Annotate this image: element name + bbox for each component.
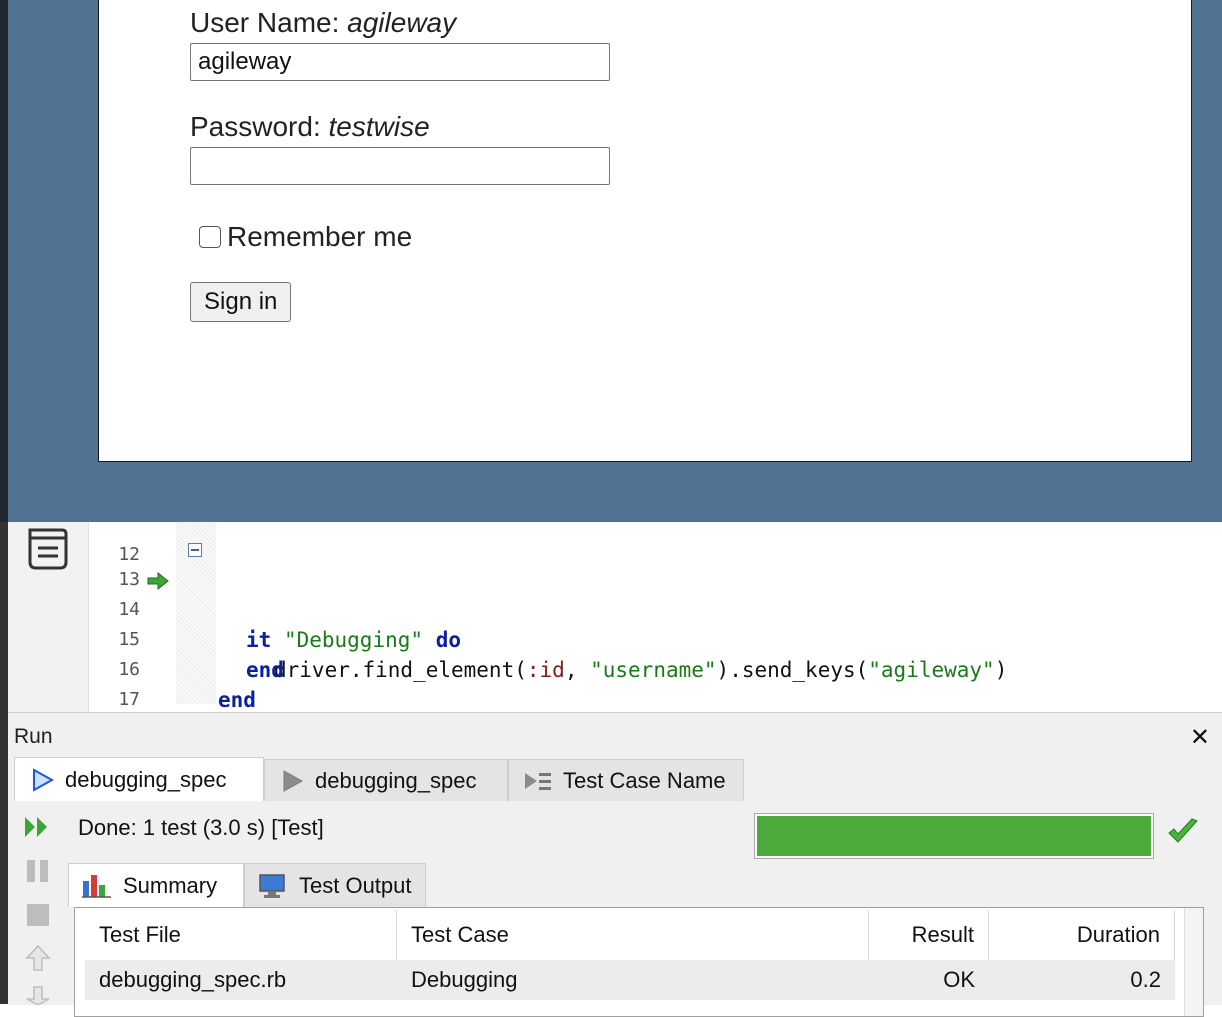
tab-label: Test Case Name [563,767,726,793]
run-panel-title: Run [14,725,53,748]
results-table: Test File Test Case Result Duration debu… [74,907,1204,1017]
monitor-icon [259,873,285,898]
bar-chart-icon [82,874,111,898]
web-page: User Name: agileway Password: testwise R… [98,0,1192,462]
tab-label: debugging_spec [315,767,477,793]
tab-debugging-spec[interactable]: debugging_spec [264,759,508,801]
code-text: it "Debugging" do [246,628,461,652]
line-number: 16 [118,659,140,680]
run-panel: Run ✕ debugging_spec debugging_spec Test… [8,712,1222,1017]
remember-me-row[interactable]: Remember me [199,221,412,253]
table-scrollbar[interactable] [1184,908,1203,1016]
play-list-icon [525,772,551,790]
line-number: 13 [118,569,140,590]
arrow-up-icon[interactable] [24,943,52,973]
remember-me-checkbox[interactable] [199,226,221,248]
progress-fill [757,816,1151,856]
code-line-16[interactable]: 16 end [0,625,256,712]
code-line-13[interactable]: 13 it "Debugging" do [0,535,461,652]
password-label: Password: testwise [190,111,430,142]
line-number: 14 [118,599,140,620]
code-line-15[interactable]: 15 end [0,595,284,682]
cell-test-file: debugging_spec.rb [99,967,287,992]
tab-test-case-name[interactable]: Test Case Name [508,759,744,801]
password-input[interactable] [190,147,610,185]
column-header-duration[interactable]: Duration [989,910,1175,960]
pause-icon[interactable] [24,857,52,885]
run-play-icon [33,767,55,792]
column-header-result[interactable]: Result [869,910,989,960]
cell-test-case: Debugging [411,967,518,992]
run-panel-edge [0,712,8,1004]
code-line-18[interactable]: 18 [0,683,51,712]
desktop-edge [0,0,8,522]
tab-label: Test Output [299,872,412,898]
line-number: 15 [118,629,140,650]
code-editor[interactable]: 12 13 it "Debugging" do 14 driver.find_e… [0,522,1222,712]
rerun-icon[interactable] [22,813,52,841]
success-check-icon [1168,818,1198,843]
run-status-text: Done: 1 test (3.0 s) [Test] [78,815,324,840]
cell-result: OK [943,967,975,992]
username-hint: agileway [347,7,457,38]
tab-summary[interactable]: Summary [68,863,244,907]
cell-duration: 0.2 [1130,967,1161,992]
code-text: end [246,658,284,682]
tab-label: debugging_spec [65,766,227,792]
column-header-test-file[interactable]: Test File [85,910,397,960]
browser-window-background: User Name: agileway Password: testwise R… [0,0,1222,522]
column-header-test-case[interactable]: Test Case [397,910,869,960]
current-line-arrow-icon [147,572,169,590]
password-hint: testwise [328,111,430,142]
remember-me-label: Remember me [227,221,413,252]
fold-collapse-icon[interactable] [188,543,202,557]
table-row[interactable]: debugging_spec.rb Debugging OK 0.2 [85,960,1175,1000]
username-input[interactable] [190,43,610,81]
tab-label: Summary [123,872,218,898]
code-text: end [218,688,256,712]
table-header: Test File Test Case Result Duration [85,910,1175,960]
close-icon[interactable]: ✕ [1190,723,1210,751]
sign-in-button[interactable]: Sign in [190,282,292,322]
stop-icon[interactable] [24,901,52,929]
code-line-17[interactable]: 17 [0,655,140,710]
line-number: 17 [118,689,140,710]
progress-bar [754,813,1154,859]
tab-debugging-spec-active[interactable]: debugging_spec [14,757,264,801]
arrow-down-icon[interactable] [24,985,52,1005]
username-label: User Name: agileway [190,7,457,38]
play-icon [283,769,304,792]
code-line-14[interactable]: 14 driver.find_element(:id, "username").… [0,565,1007,682]
code-text: driver.find_element(:id, "username").sen… [274,658,1008,682]
tab-test-output[interactable]: Test Output [244,863,426,907]
